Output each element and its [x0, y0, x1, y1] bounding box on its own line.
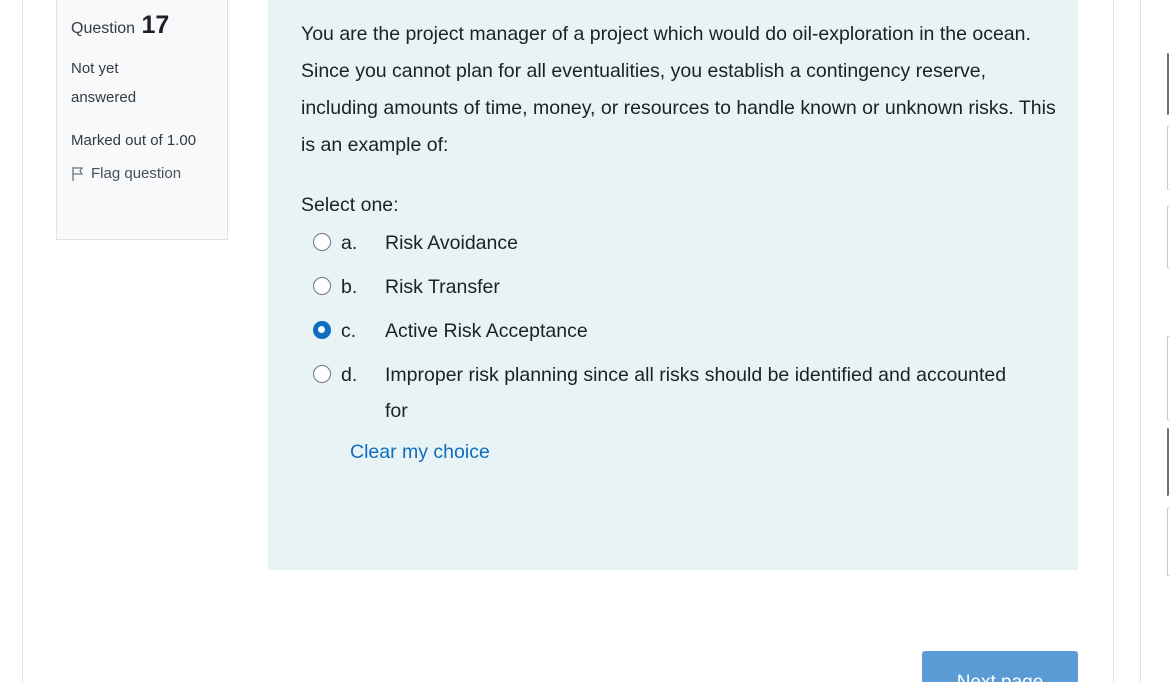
answer-option-b[interactable]: b. Risk Transfer — [313, 269, 1048, 305]
quiz-navigation-drawer — [1140, 0, 1169, 682]
question-text: You are the project manager of a project… — [301, 23, 1056, 156]
answer-option-d[interactable]: d. Improper risk planning since all risk… — [313, 357, 1048, 429]
question-grade: Marked out of 1.00 — [71, 132, 197, 149]
question-info: Question 17 Not yet answered Marked out … — [56, 0, 228, 240]
answer-text: Improper risk planning since all risks s… — [385, 364, 1007, 422]
radio-button[interactable] — [313, 233, 331, 251]
radio-button-selected[interactable] — [313, 321, 331, 339]
flag-question-label: Flag question — [91, 165, 182, 182]
flag-icon — [72, 166, 84, 181]
quiz-page: Question 17 Not yet answered Marked out … — [0, 0, 1169, 682]
question-number-value: 17 — [141, 11, 170, 39]
answer-text: Risk Avoidance — [385, 232, 518, 254]
flag-question-button[interactable]: Flag question — [71, 165, 215, 182]
question-label: Question — [71, 20, 136, 37]
answer-option-c[interactable]: c. Active Risk Acceptance — [313, 313, 1048, 349]
clear-choice-link[interactable]: Clear my choice — [350, 441, 490, 464]
answer-letter: a. — [341, 232, 358, 254]
answer-letter: c. — [341, 320, 357, 342]
answer-option-a[interactable]: a. Risk Avoidance — [313, 225, 1048, 261]
next-page-button[interactable]: Next page — [922, 651, 1078, 682]
answer-list: a. Risk Avoidance b. Risk Transfer c. Ac… — [313, 225, 1048, 429]
question-content: You are the project manager of a project… — [268, 0, 1078, 570]
answer-text: Risk Transfer — [385, 276, 500, 298]
question-state: Not yet answered — [71, 60, 137, 106]
select-prompt: Select one: — [301, 194, 399, 216]
question-number: Question 17 — [71, 11, 215, 40]
answer-letter: b. — [341, 276, 358, 298]
radio-button[interactable] — [313, 365, 331, 383]
radio-button[interactable] — [313, 277, 331, 295]
answer-letter: d. — [341, 364, 358, 386]
answer-text: Active Risk Acceptance — [385, 320, 588, 342]
